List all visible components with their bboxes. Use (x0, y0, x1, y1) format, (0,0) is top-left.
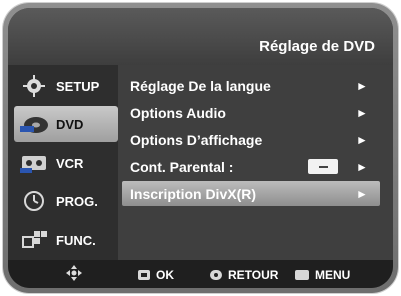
navigation-pad-icon (66, 265, 82, 281)
menu-item-label: Inscription DivX(R) (130, 185, 257, 202)
sidebar-item-label: VCR (56, 155, 84, 171)
return-key-icon (210, 270, 222, 280)
sidebar-item-vcr[interactable]: VCR (14, 145, 118, 181)
menu-item-audio[interactable]: Options Audio ► (122, 100, 380, 125)
menu-hint[interactable]: MENU (295, 268, 350, 282)
lock-status-icon (308, 159, 338, 174)
vcr-tape-icon (14, 148, 54, 178)
sidebar-item-label: PROG. (56, 193, 98, 209)
function-blocks-icon (14, 225, 54, 255)
ok-label: OK (156, 268, 174, 282)
clock-icon (14, 186, 54, 216)
arrow-right-icon: ► (356, 186, 368, 201)
arrow-right-icon: ► (356, 132, 368, 147)
arrow-right-icon: ► (356, 159, 368, 174)
ok-hint[interactable]: OK (138, 268, 174, 282)
menu-item-label: Options Audio (130, 104, 226, 121)
gear-icon (14, 71, 54, 101)
page-title: Réglage de DVD (259, 38, 375, 55)
menu-item-language[interactable]: Réglage De la langue ► (122, 73, 380, 98)
menu-item-display[interactable]: Options D’affichage ► (122, 127, 380, 152)
menu-key-icon (295, 270, 309, 280)
sidebar-item-dvd[interactable]: DVD (14, 106, 118, 142)
header-bar: Réglage de DVD (8, 8, 393, 65)
menu-item-parental[interactable]: Cont. Parental : ► (122, 154, 380, 179)
dvd-disc-icon (14, 109, 54, 139)
sidebar-item-label: FUNC. (56, 232, 96, 248)
menu-item-label: Options D’affichage (130, 131, 263, 148)
return-hint[interactable]: RETOUR (210, 268, 278, 282)
enter-key-icon (138, 270, 150, 280)
arrow-right-icon: ► (356, 78, 368, 93)
sidebar-item-setup[interactable]: SETUP (14, 68, 118, 104)
menu-panel: Réglage De la langue ► Options Audio ► O… (118, 65, 393, 260)
menu-item-divx[interactable]: Inscription DivX(R) ► (122, 181, 380, 206)
sidebar: SETUP DVD VCR PROG. FUNC. (8, 65, 118, 260)
osd-screen: Réglage de DVD SETUP DVD VCR PROG. FUNC.… (8, 8, 393, 288)
tv-osd-frame: Réglage de DVD SETUP DVD VCR PROG. FUNC.… (3, 3, 398, 293)
menu-label: MENU (315, 268, 351, 282)
sidebar-item-label: DVD (56, 116, 84, 132)
menu-item-label: Réglage De la langue (130, 77, 271, 94)
arrow-right-icon: ► (356, 105, 368, 120)
sidebar-item-prog[interactable]: PROG. (14, 183, 118, 219)
sidebar-item-func[interactable]: FUNC. (14, 222, 118, 258)
return-label: RETOUR (228, 268, 279, 282)
footer-bar: OK RETOUR MENU (8, 260, 393, 288)
sidebar-item-label: SETUP (56, 78, 100, 94)
